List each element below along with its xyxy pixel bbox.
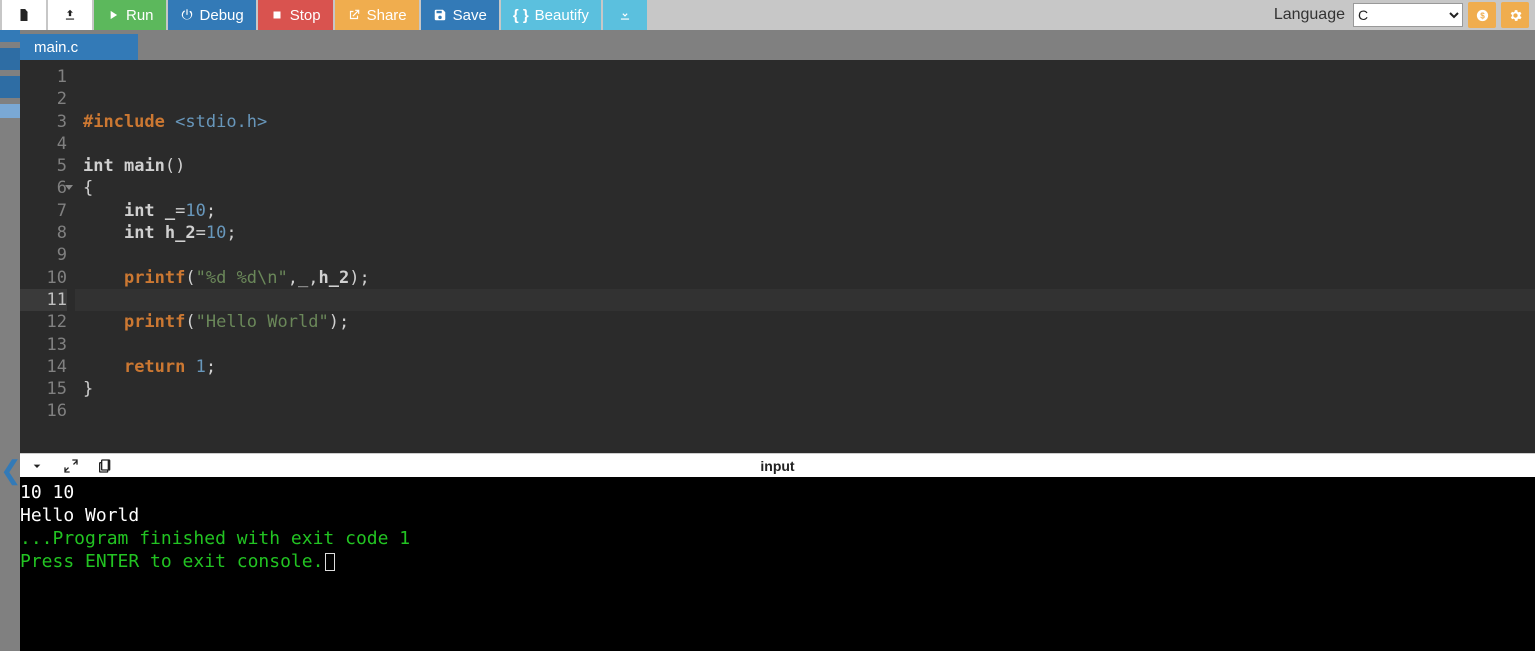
debug-button[interactable]: Debug bbox=[168, 0, 256, 30]
coin-icon: $ bbox=[1475, 8, 1490, 23]
gear-icon bbox=[1508, 8, 1523, 23]
download-button[interactable] bbox=[603, 0, 647, 30]
stop-icon bbox=[270, 8, 284, 22]
share-button[interactable]: Share bbox=[335, 0, 419, 30]
expand-console-handle[interactable]: ❮ bbox=[0, 455, 22, 486]
language-label: Language bbox=[1274, 6, 1345, 24]
console-title: input bbox=[122, 458, 1433, 474]
beautify-label: Beautify bbox=[535, 7, 589, 24]
editor-code[interactable]: #include <stdio.h>int main(){ int _=10; … bbox=[75, 60, 1535, 453]
chevron-down-icon bbox=[29, 458, 45, 474]
fullscreen-console-button[interactable] bbox=[54, 458, 88, 474]
code-editor[interactable]: 12345678910111213141516 #include <stdio.… bbox=[20, 60, 1535, 453]
left-sidebar bbox=[0, 30, 20, 651]
toolbar: Run Debug Stop Share Save bbox=[0, 0, 1535, 30]
editor-gutter: 12345678910111213141516 bbox=[20, 60, 75, 453]
new-file-button[interactable] bbox=[2, 0, 46, 30]
console-line: Hello World bbox=[20, 504, 1535, 527]
expand-icon bbox=[63, 458, 79, 474]
save-label: Save bbox=[453, 7, 487, 24]
save-icon bbox=[433, 8, 447, 22]
clipboard-icon bbox=[97, 458, 113, 474]
settings-button[interactable] bbox=[1501, 2, 1529, 28]
language-select[interactable]: C bbox=[1353, 3, 1463, 27]
download-icon bbox=[618, 8, 632, 22]
tab-label: main.c bbox=[34, 39, 78, 56]
svg-text:$: $ bbox=[1480, 11, 1485, 20]
tab-main-c[interactable]: main.c bbox=[20, 34, 138, 60]
run-label: Run bbox=[126, 7, 154, 24]
stop-button[interactable]: Stop bbox=[258, 0, 333, 30]
console-header: input bbox=[20, 453, 1535, 477]
console-exit-line: ...Program finished with exit code 1 bbox=[20, 527, 1535, 550]
stop-label: Stop bbox=[290, 7, 321, 24]
console-output[interactable]: 10 10 Hello World ...Program finished wi… bbox=[20, 477, 1535, 651]
copy-console-button[interactable] bbox=[88, 458, 122, 474]
debug-label: Debug bbox=[200, 7, 244, 24]
upload-button[interactable] bbox=[48, 0, 92, 30]
collapse-console-button[interactable] bbox=[20, 458, 54, 474]
share-icon bbox=[347, 8, 361, 22]
share-label: Share bbox=[367, 7, 407, 24]
console-exit-line: Press ENTER to exit console. bbox=[20, 550, 1535, 573]
tab-row: main.c bbox=[0, 30, 1535, 60]
console-cursor bbox=[325, 553, 335, 571]
braces-icon: { } bbox=[513, 7, 529, 24]
run-button[interactable]: Run bbox=[94, 0, 166, 30]
power-icon bbox=[180, 8, 194, 22]
play-icon bbox=[106, 8, 120, 22]
donate-button[interactable]: $ bbox=[1468, 2, 1496, 28]
console-line: 10 10 bbox=[20, 481, 1535, 504]
beautify-button[interactable]: { } Beautify bbox=[501, 0, 601, 30]
save-button[interactable]: Save bbox=[421, 0, 499, 30]
